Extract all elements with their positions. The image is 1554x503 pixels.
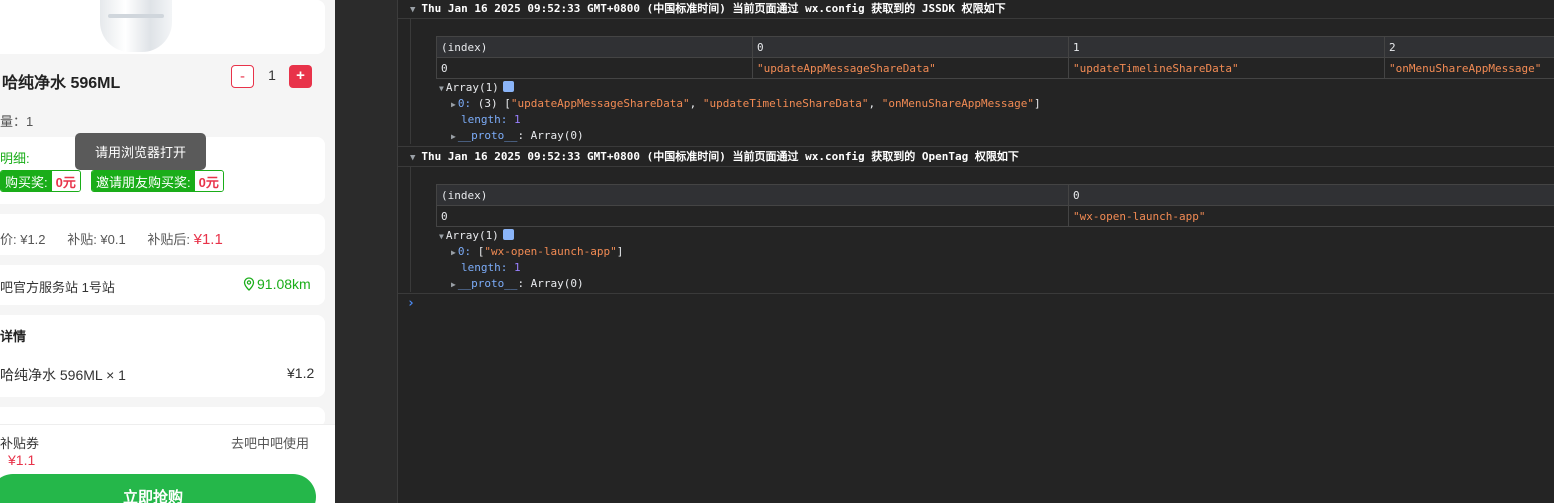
info-badge-icon[interactable] bbox=[502, 81, 514, 92]
array-proto[interactable]: ▶ __proto__: Array(0) bbox=[451, 128, 584, 145]
table-header-cell[interactable]: 1 bbox=[1068, 36, 1385, 58]
water-bottle-image bbox=[100, 0, 172, 52]
coupon-label: 补贴券 bbox=[0, 436, 40, 451]
item-key: 0: bbox=[457, 97, 472, 110]
proto-key: __proto__ bbox=[457, 277, 518, 290]
product-name: 哈纯净水 596ML bbox=[2, 75, 121, 92]
pricing-summary: 价: ¥1.2 补贴: ¥0.1 补贴后: ¥1.1 bbox=[0, 229, 223, 248]
table-header-row: (index) 0 1 2 bbox=[436, 36, 1554, 58]
table-cell: "onMenuShareAppMessage" bbox=[1384, 57, 1554, 79]
quantity-line: 量：1 bbox=[0, 114, 34, 129]
collapsed-triangle-icon[interactable]: ▶ bbox=[451, 100, 456, 109]
collapse-triangle-icon[interactable]: ▼ bbox=[410, 5, 415, 15]
product-image-card bbox=[0, 0, 325, 54]
table-header-cell[interactable]: 0 bbox=[1068, 184, 1554, 206]
subsidy-detail-label: 明细: bbox=[0, 151, 30, 166]
purchase-reward-amount: 0元 bbox=[51, 171, 80, 191]
invite-reward-badge: 邀请朋友购买奖: 0元 bbox=[91, 170, 224, 192]
order-item-name: 哈纯净水 596ML × 1 bbox=[0, 367, 126, 383]
open-in-browser-tooltip: 请用浏览器打开 bbox=[75, 133, 206, 170]
purchase-reward-label: 购买奖: bbox=[1, 171, 52, 191]
array-item-0[interactable]: ▶ 0: ["wx-open-launch-app"] bbox=[451, 244, 623, 261]
coupon-price: ¥1.1 bbox=[8, 452, 36, 468]
table-header-row: (index) 0 bbox=[436, 184, 1554, 206]
separator bbox=[398, 293, 1554, 294]
log-header-text: Thu Jan 16 2025 09:52:33 GMT+0800 (中国标准时… bbox=[421, 150, 1019, 163]
devtools-console: ▼ Thu Jan 16 2025 09:52:33 GMT+0800 (中国标准… bbox=[335, 0, 1554, 503]
table-row: 0 "updateAppMessageShareData" "updateTim… bbox=[436, 57, 1554, 79]
jssdk-table: (index) 0 1 2 0 "updateAppMessageShareDa… bbox=[436, 36, 1554, 79]
collapsed-triangle-icon[interactable]: ▶ bbox=[451, 132, 456, 141]
array-item-0[interactable]: ▶ 0: (3) ["updateAppMessageShareData", "u… bbox=[451, 96, 1041, 113]
mobile-page-panel: 哈纯净水 596ML - 1 + 量：1 明细: 购买奖: 0元 邀请朋友购买奖… bbox=[0, 0, 335, 503]
length-key: length: bbox=[461, 261, 508, 274]
table-row: 0 "wx-open-launch-app" bbox=[436, 205, 1554, 227]
proto-value: : Array(0) bbox=[517, 129, 584, 142]
log-header-text: Thu Jan 16 2025 09:52:33 GMT+0800 (中国标准时… bbox=[421, 2, 1006, 15]
item-value: "wx-open-launch-app" bbox=[484, 245, 617, 258]
length-key: length: bbox=[461, 113, 508, 126]
buy-now-button[interactable]: 立即抢购 bbox=[0, 474, 316, 503]
table-header-cell[interactable]: 0 bbox=[752, 36, 1069, 58]
array-length: length: 1 bbox=[461, 112, 521, 128]
collapsed-triangle-icon[interactable]: ▶ bbox=[451, 280, 456, 289]
length-value: 1 bbox=[513, 113, 521, 126]
console-prompt[interactable]: › bbox=[407, 296, 415, 311]
group-indent-line bbox=[410, 167, 411, 292]
array-proto[interactable]: ▶ __proto__: Array(0) bbox=[451, 276, 584, 293]
item-value: "updateAppMessageShareData" bbox=[510, 97, 690, 110]
separator bbox=[398, 146, 1554, 147]
collapsed-triangle-icon[interactable]: ▶ bbox=[451, 248, 456, 257]
order-item-price: ¥1.2 bbox=[287, 365, 315, 381]
opentag-table: (index) 0 0 "wx-open-launch-app" bbox=[436, 184, 1554, 227]
array-length: length: 1 bbox=[461, 260, 521, 276]
invite-reward-amount: 0元 bbox=[194, 171, 223, 191]
separator bbox=[398, 18, 1554, 19]
quantity-value: 1 bbox=[268, 67, 276, 83]
table-cell: "wx-open-launch-app" bbox=[1068, 205, 1554, 227]
purchase-reward-badge: 购买奖: 0元 bbox=[0, 170, 81, 192]
order-detail-title: 详情 bbox=[0, 329, 27, 344]
info-badge-icon[interactable] bbox=[502, 229, 514, 240]
table-cell: "updateTimelineShareData" bbox=[1068, 57, 1385, 79]
pricing-text: 价: ¥1.2 补贴: ¥0.1 补贴后: bbox=[0, 232, 194, 247]
log-header-opentag[interactable]: ▼ Thu Jan 16 2025 09:52:33 GMT+0800 (中国标准… bbox=[398, 149, 1019, 165]
group-indent-line bbox=[410, 19, 411, 144]
console-gutter bbox=[335, 0, 398, 503]
table-header-cell[interactable]: (index) bbox=[436, 184, 1069, 206]
table-header-cell[interactable]: 2 bbox=[1384, 36, 1554, 58]
station-name: 吧官方服务站 1号站 bbox=[0, 280, 115, 295]
price-after-subsidy: ¥1.1 bbox=[193, 231, 223, 248]
invite-reward-label: 邀请朋友购买奖: bbox=[92, 171, 195, 191]
table-cell: 0 bbox=[436, 205, 1069, 227]
table-header-cell[interactable]: (index) bbox=[436, 36, 753, 58]
length-value: 1 bbox=[513, 261, 521, 274]
item-suffix: ] bbox=[1034, 97, 1041, 110]
bottom-action-bar: 补贴券 ¥1.1 去吧中吧使用 立即抢购 bbox=[0, 424, 335, 503]
location-pin-icon bbox=[243, 277, 255, 291]
array-node-jssdk[interactable]: ▼ Array(1) bbox=[439, 80, 514, 97]
table-cell: 0 bbox=[436, 57, 753, 79]
expand-triangle-icon[interactable]: ▼ bbox=[439, 84, 444, 93]
item-value: "onMenuShareAppMessage" bbox=[881, 97, 1035, 110]
log-header-jssdk[interactable]: ▼ Thu Jan 16 2025 09:52:33 GMT+0800 (中国标准… bbox=[398, 1, 1006, 17]
array-label: Array(1) bbox=[445, 229, 499, 242]
item-suffix: ] bbox=[616, 245, 624, 258]
collapse-triangle-icon[interactable]: ▼ bbox=[410, 153, 415, 163]
proto-value: : Array(0) bbox=[517, 277, 584, 290]
increase-quantity-button[interactable]: + bbox=[289, 65, 312, 88]
array-label: Array(1) bbox=[445, 81, 499, 94]
distance-value: 91.08km bbox=[257, 276, 311, 292]
item-prefix: (3) [ bbox=[477, 97, 511, 110]
item-key: 0: bbox=[457, 245, 472, 258]
table-cell: "updateAppMessageShareData" bbox=[752, 57, 1069, 79]
expand-triangle-icon[interactable]: ▼ bbox=[439, 232, 444, 241]
decrease-quantity-button[interactable]: - bbox=[231, 65, 254, 88]
distance-info: 91.08km bbox=[243, 276, 311, 292]
proto-key: __proto__ bbox=[457, 129, 518, 142]
item-value: "updateTimelineShareData" bbox=[702, 97, 869, 110]
use-coupon-link[interactable]: 去吧中吧使用 bbox=[231, 433, 309, 452]
separator bbox=[398, 166, 1554, 167]
array-node-opentag[interactable]: ▼ Array(1) bbox=[439, 228, 514, 245]
